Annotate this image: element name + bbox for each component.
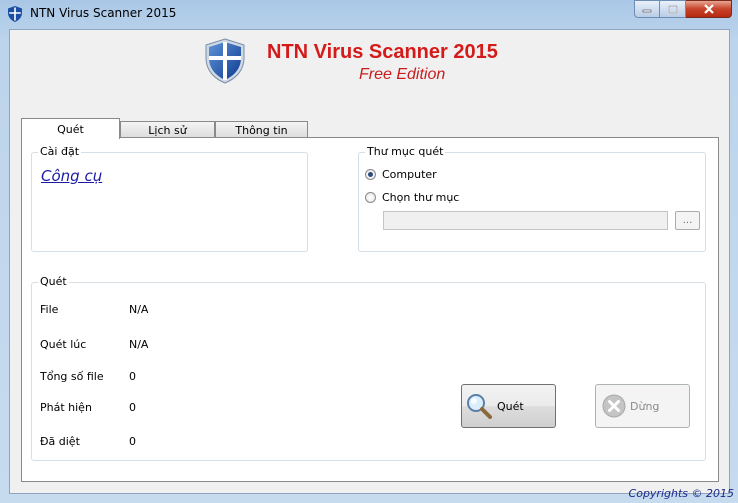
detected-value: 0 — [129, 401, 136, 414]
magnifier-icon — [467, 394, 492, 419]
scanned-at-value: N/A — [129, 338, 149, 351]
edition-subtitle: Free Edition — [359, 66, 446, 83]
radio-choose-folder-label: Chọn thư mục — [382, 191, 460, 204]
radio-choose-folder[interactable]: Chọn thư mục — [365, 191, 459, 204]
tab-scan[interactable]: Quét — [21, 118, 120, 139]
radio-choose-folder-button[interactable] — [365, 192, 376, 203]
settings-group-label: Cài đặt — [38, 145, 82, 158]
scanned-at-label: Quét lúc — [40, 338, 87, 351]
maximize-icon — [667, 4, 678, 14]
tab-history[interactable]: Lịch sử — [120, 121, 215, 138]
close-button[interactable] — [686, 0, 732, 18]
radio-computer-label: Computer — [382, 168, 437, 181]
main-content: NTN Virus Scanner 2015 Free Edition Quét… — [9, 29, 730, 494]
close-icon — [703, 4, 714, 14]
browse-button[interactable]: ... — [675, 211, 700, 230]
radio-computer[interactable]: Computer — [365, 168, 437, 181]
scan-folder-group: Thư mục quét Computer Chọn thư mục ... — [358, 145, 706, 252]
scan-folder-group-label: Thư mục quét — [365, 145, 446, 158]
shield-icon — [205, 38, 245, 84]
copyright-text: Copyrights © 2015 — [628, 487, 734, 500]
stop-button-label: Dừng — [630, 399, 660, 413]
app-shield-icon — [8, 6, 22, 22]
removed-value: 0 — [129, 435, 136, 448]
total-files-value: 0 — [129, 370, 136, 383]
total-files-label: Tổng số file — [40, 370, 104, 383]
maximize-button[interactable] — [660, 0, 686, 18]
app-window: NTN Virus Scanner 2015 NTN Virus Scanner… — [0, 0, 738, 503]
minimize-button[interactable] — [634, 0, 660, 18]
scan-tab-panel: Cài đặt Công cụ Thư mục quét Computer Ch… — [21, 137, 719, 482]
scan-button-label: Quét — [497, 399, 524, 413]
scan-button[interactable]: Quét — [461, 384, 556, 428]
scan-group-label: Quét — [38, 275, 69, 288]
title-bar[interactable]: NTN Virus Scanner 2015 — [0, 0, 738, 28]
radio-computer-button[interactable] — [365, 169, 376, 180]
detected-label: Phát hiện — [40, 401, 92, 414]
folder-path-input[interactable] — [383, 211, 668, 230]
minimize-icon — [642, 9, 652, 13]
settings-group: Cài đặt Công cụ — [31, 145, 308, 252]
tab-info[interactable]: Thông tin — [215, 121, 308, 138]
app-title: NTN Virus Scanner 2015 — [267, 41, 498, 63]
file-value: N/A — [129, 303, 149, 316]
file-label: File — [40, 303, 59, 316]
stop-button[interactable]: Dừng — [595, 384, 690, 428]
stop-icon — [602, 394, 626, 418]
window-title: NTN Virus Scanner 2015 — [30, 6, 177, 20]
scan-group: Quét File N/A Quét lúc N/A Tổng số file … — [31, 275, 706, 461]
removed-label: Đã diệt — [40, 435, 80, 448]
tools-link[interactable]: Công cụ — [41, 167, 102, 185]
